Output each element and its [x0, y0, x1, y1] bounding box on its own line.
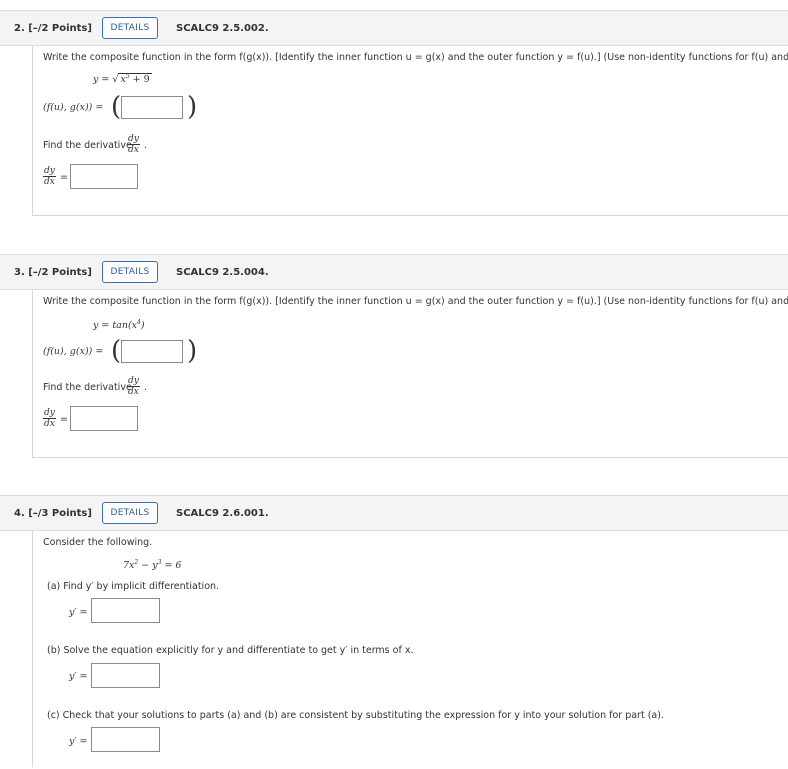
open-paren: (: [111, 336, 122, 366]
question-2-number: 2. [–/2 Points]: [14, 23, 92, 34]
fraction-numerator: dy: [43, 408, 56, 419]
part-c-y-prime-label: y′ =: [69, 736, 88, 747]
question-4-part-b-input[interactable]: [91, 663, 160, 688]
part-a-y-prime-label: y′ =: [69, 607, 88, 618]
fraction-denominator: dx: [128, 145, 139, 155]
equation-term-b: − y: [138, 560, 158, 572]
question-4-number: 4. [–/3 Points]: [14, 508, 92, 519]
fraction-numerator: dy: [127, 376, 140, 387]
question-3-number: 3. [–/2 Points]: [14, 267, 92, 278]
close-paren: ): [187, 336, 198, 366]
question-3-code: SCALC9 2.5.004.: [176, 267, 269, 278]
question-2-equation: y = √ x5 + 9: [93, 73, 152, 86]
question-4-code: SCALC9 2.6.001.: [176, 508, 269, 519]
fraction-numerator: dy: [127, 134, 140, 145]
close-paren: ): [187, 92, 198, 122]
question-2-body: Write the composite function in the form…: [32, 46, 788, 216]
question-3-header: 3. [–/2 Points] DETAILS SCALC9 2.5.004.: [0, 254, 788, 290]
question-2-code: SCALC9 2.5.002.: [176, 23, 269, 34]
question-2-pair-label: (f(u), g(x)) =: [43, 102, 104, 113]
equation-lhs: y =: [93, 74, 110, 86]
equation-term-a: 7x: [123, 560, 135, 572]
question-4-intro: Consider the following.: [43, 537, 153, 548]
question-4-equation: 7x2 − y3 = 6: [123, 559, 181, 571]
fraction-denominator: dx: [128, 387, 139, 397]
question-2-prompt-fraction: dy dx: [127, 134, 140, 155]
question-4-part-c-input[interactable]: [91, 727, 160, 752]
question-4-part-a: (a) Find y′ by implicit differentiation.: [47, 581, 220, 592]
fraction-denominator: dx: [44, 177, 55, 187]
question-2-derivative-input[interactable]: [70, 164, 138, 189]
question-2-pair-input[interactable]: [121, 96, 183, 119]
question-3-answer-fraction: dy dx: [43, 408, 56, 429]
equation-post: ): [140, 320, 145, 332]
question-4-part-c: (c) Check that your solutions to parts (…: [47, 710, 664, 721]
question-3-instruction: Write the composite function in the form…: [43, 296, 788, 307]
part-b-y-prime-label: y′ =: [69, 671, 88, 682]
answer-equals: =: [60, 414, 68, 425]
question-4-header: 4. [–/3 Points] DETAILS SCALC9 2.6.001.: [0, 495, 788, 531]
question-2-details-button[interactable]: DETAILS: [102, 17, 158, 39]
equation-pre: y = tan(x: [93, 320, 138, 332]
equation-term-c: = 6: [161, 560, 182, 572]
question-4-part-b: (b) Solve the equation explicitly for y …: [47, 645, 414, 656]
radicand: x5 + 9: [118, 73, 152, 86]
prompt-period: .: [144, 382, 148, 393]
question-2-header: 2. [–/2 Points] DETAILS SCALC9 2.5.002.: [0, 10, 788, 46]
open-paren: (: [111, 92, 122, 122]
question-3-pair-input[interactable]: [121, 340, 183, 363]
question-2-instruction: Write the composite function in the form…: [43, 52, 788, 63]
question-3-body: Write the composite function in the form…: [32, 290, 788, 458]
question-3-prompt-fraction: dy dx: [127, 376, 140, 397]
fraction-denominator: dx: [44, 419, 55, 429]
question-2-derivative-prompt: Find the derivative: [43, 140, 132, 151]
question-3-derivative-prompt: Find the derivative: [43, 382, 132, 393]
prompt-period: .: [144, 140, 148, 151]
question-3-pair-label: (f(u), g(x)) =: [43, 346, 104, 357]
question-4-body: Consider the following. 7x2 − y3 = 6 (a)…: [32, 531, 788, 767]
question-4-details-button[interactable]: DETAILS: [102, 502, 158, 524]
question-3-derivative-input[interactable]: [70, 406, 138, 431]
question-3-details-button[interactable]: DETAILS: [102, 261, 158, 283]
answer-equals: =: [60, 172, 68, 183]
question-4-part-a-input[interactable]: [91, 598, 160, 623]
fraction-numerator: dy: [43, 166, 56, 177]
question-2-answer-fraction: dy dx: [43, 166, 56, 187]
radicand-rest: + 9: [129, 74, 150, 86]
question-3-equation: y = tan(x4): [93, 319, 145, 331]
